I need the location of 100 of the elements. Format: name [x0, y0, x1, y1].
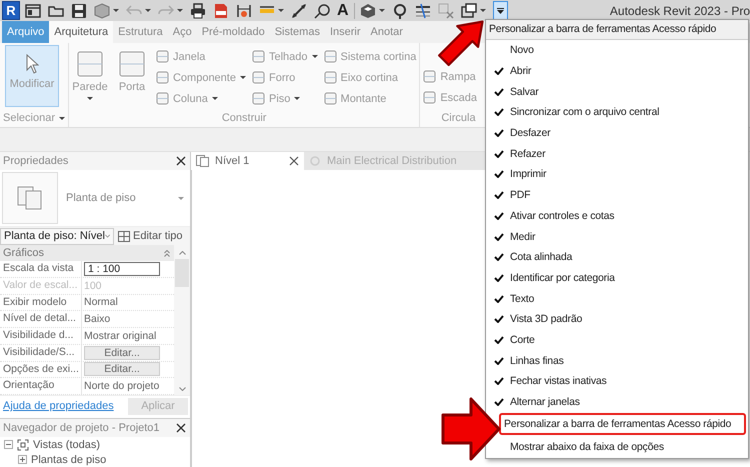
collapse-icon[interactable]: [4, 440, 13, 449]
menu-item[interactable]: Personalizar a barra de ferramentas Acesso rápido: [499, 413, 746, 436]
window-icon[interactable]: [25, 2, 41, 18]
ribbon-tab[interactable]: Estrutura: [113, 21, 168, 43]
type-selector[interactable]: Planta de piso: [0, 170, 190, 227]
ribbon-tab[interactable]: Sistemas: [270, 21, 325, 43]
menu-item[interactable]: PDF: [488, 184, 746, 206]
property-label: Nível de detal...: [0, 311, 82, 327]
panel-title: Propriedades: [3, 155, 68, 167]
tool-icon: [156, 50, 169, 63]
tool-icon: [324, 92, 337, 105]
caret-icon[interactable]: [177, 9, 183, 12]
menu-item[interactable]: Refazer: [488, 143, 746, 164]
pdf-icon[interactable]: [213, 2, 229, 18]
property-label: Visibilidade/S...: [0, 344, 82, 360]
tool-icon: [156, 92, 169, 105]
panel-title: Navegador de projeto - Projeto1: [3, 422, 160, 434]
tool-icon: [252, 92, 265, 105]
close-icon[interactable]: [176, 156, 186, 166]
menu-item[interactable]: Identificar por categoria: [488, 268, 746, 288]
customize-menu-button[interactable]: [492, 1, 508, 20]
menu-item[interactable]: Texto: [488, 288, 746, 309]
thin-lines-icon[interactable]: [414, 2, 431, 18]
close-icon[interactable]: [289, 156, 299, 166]
tool-icon: [423, 91, 436, 104]
collapse-icon[interactable]: [164, 250, 170, 256]
property-label: Valor de escal...: [0, 278, 82, 294]
expand-icon[interactable]: [18, 455, 27, 464]
scroll-thumb[interactable]: [175, 259, 189, 287]
close-icon[interactable]: [176, 423, 186, 433]
menu-item[interactable]: Novo: [488, 40, 746, 61]
caret-icon[interactable]: [480, 9, 486, 12]
edit-button[interactable]: Editar...: [84, 362, 160, 376]
ribbon-tab[interactable]: Anotar: [366, 21, 408, 43]
caret-icon: [496, 8, 504, 14]
property-value: Normal: [84, 296, 118, 308]
scroll-down-icon[interactable]: [178, 387, 186, 391]
caret-icon[interactable]: [113, 9, 119, 12]
file-tab[interactable]: Arquivo: [2, 21, 50, 43]
printer-icon[interactable]: [190, 2, 206, 18]
dimension-icon[interactable]: [236, 2, 252, 18]
arrow-icon: [438, 20, 484, 67]
menu-item[interactable]: Mostrar abaixo da faixa de opções: [488, 436, 746, 458]
help-link[interactable]: Ajuda de propriedades: [3, 400, 114, 412]
view-tab[interactable]: Nível 1: [191, 152, 304, 170]
tool-icon: [156, 71, 169, 84]
tool-icon: [324, 50, 337, 63]
menu-item[interactable]: Vista 3D padrão: [488, 308, 746, 330]
property-label: Orientação: [0, 378, 82, 394]
menu-item[interactable]: Desfazer: [488, 122, 746, 144]
edit-button[interactable]: Editar...: [84, 346, 160, 360]
menu-item[interactable]: Medir: [488, 226, 746, 247]
caret-icon[interactable]: [278, 9, 284, 12]
property-value: Baixo: [84, 313, 110, 326]
caret-icon[interactable]: [145, 9, 151, 12]
view-icon: [17, 438, 29, 450]
floor-plan-icon: [17, 186, 43, 210]
caret-icon: [58, 116, 65, 120]
menu-item[interactable]: Linhas finas: [488, 350, 746, 371]
instance-dropdown[interactable]: Planta de piso: Nível: [0, 228, 114, 244]
panel-label: Construir: [220, 111, 268, 126]
window-title: Autodesk Revit 2023 - Pro: [610, 4, 750, 18]
menu-item[interactable]: Cota alinhada: [488, 246, 746, 268]
menu-item[interactable]: Abrir: [488, 60, 746, 82]
tree-item[interactable]: Vistas (todas): [33, 438, 100, 450]
tree-item[interactable]: Plantas de piso: [31, 454, 106, 466]
property-field[interactable]: 1 : 100: [84, 262, 160, 276]
edit-type-button[interactable]: Editar tipo: [118, 230, 183, 242]
cursor-icon: [25, 54, 39, 74]
menu-item[interactable]: Fechar vistas inativas: [488, 371, 746, 392]
arrow-icon: [441, 396, 501, 462]
ribbon-tab[interactable]: Inserir: [324, 21, 366, 43]
switch-windows-icon[interactable]: [460, 2, 477, 18]
save-icon[interactable]: [71, 2, 87, 18]
app-logo[interactable]: R: [2, 1, 20, 20]
text-tool-button[interactable]: A: [335, 2, 351, 20]
ribbon-tab[interactable]: Pré-moldado: [196, 21, 270, 43]
property-label: Opções de exi...: [0, 362, 82, 378]
scrollbar[interactable]: [174, 245, 190, 395]
chevron-icon: [104, 234, 110, 238]
menu-item[interactable]: Imprimir: [488, 164, 746, 185]
apply-button: Aplicar: [128, 398, 188, 414]
tool-icon: [324, 71, 337, 84]
property-value: 100: [84, 280, 102, 292]
ribbon-tab[interactable]: Arquitetura: [49, 21, 114, 43]
measure-icon[interactable]: [291, 2, 307, 18]
property-label: Escala da vista: [0, 261, 82, 277]
menu-item[interactable]: Corte: [488, 330, 746, 350]
ribbon-tab[interactable]: Aço: [168, 21, 197, 43]
caret-icon[interactable]: [378, 9, 385, 12]
cube-icon[interactable]: [94, 2, 110, 18]
menu-item[interactable]: Sincronizar com o arquivo central: [488, 102, 746, 123]
menu-item[interactable]: Alternar janelas: [488, 392, 746, 412]
group-header[interactable]: Gráficos: [3, 247, 44, 259]
menu-item[interactable]: Ativar controles e cotas: [488, 206, 746, 226]
schematic-icon: [309, 155, 321, 167]
menu-item[interactable]: Salvar: [488, 81, 746, 102]
scroll-up-icon[interactable]: [178, 251, 186, 255]
caret-icon: [178, 196, 184, 200]
tool-icon: [252, 50, 265, 63]
